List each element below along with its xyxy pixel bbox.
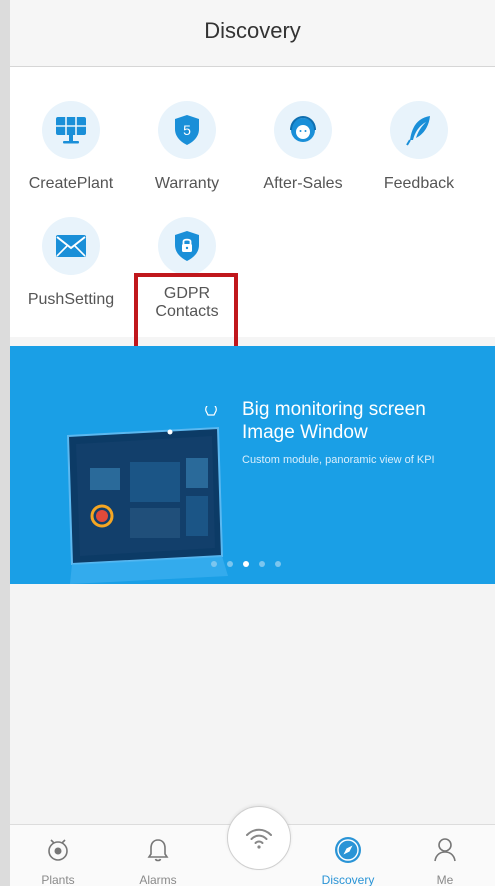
app-screen: Discovery CreatePlant 5 Warranty After-S… [10,0,495,886]
header-bar: Discovery [10,0,495,67]
warranty-shield-icon: 5 [158,101,216,159]
feature-grid: CreatePlant 5 Warranty After-Sales Feedb… [10,67,495,395]
tab-me[interactable]: Me [405,835,485,886]
plants-icon [18,835,98,865]
promo-banner[interactable]: Big monitoring screen Image Window Custo… [10,346,495,584]
grid-item-createplant[interactable]: CreatePlant [13,101,129,193]
person-icon [405,835,485,865]
tab-label: Discovery [321,873,375,886]
frame-edge [0,0,10,886]
solar-panel-icon [42,101,100,159]
envelope-icon [42,217,100,275]
banner-title-line1: Big monitoring screen [242,399,426,420]
grid-item-label: Feedback [383,175,455,192]
customer-service-icon [274,101,332,159]
grid-item-label: Warranty [154,175,220,192]
grid-item-label: After-Sales [263,175,343,192]
grid-item-label: CreatePlant [28,175,114,192]
bell-icon [118,835,198,865]
banner-title-line2: Image Window [242,422,368,443]
feather-pen-icon [390,101,448,159]
wifi-icon [246,828,272,849]
carousel-dot[interactable] [259,561,265,567]
carousel-indicator [211,561,281,567]
compass-icon [308,835,388,865]
grid-item-label: PushSetting [27,291,115,308]
grid-item-after-sales[interactable]: After-Sales [245,101,361,193]
banner-subtitle: Custom module, panoramic view of KPI [242,454,435,466]
warranty-badge: 5 [183,122,191,138]
tab-discovery[interactable]: Discovery [308,835,388,886]
carousel-dot-active[interactable] [243,561,249,567]
grid-item-warranty[interactable]: 5 Warranty [129,101,245,193]
grid-item-pushsetting[interactable]: PushSetting [13,217,129,309]
monitor-illustration [66,406,228,584]
wifi-config-button[interactable] [227,806,291,870]
banner-title: Big monitoring screen Image Window [242,398,426,444]
tab-label: Alarms [139,873,177,886]
page-title: Discovery [204,18,301,43]
grid-item-feedback[interactable]: Feedback [361,101,477,193]
tab-alarms[interactable]: Alarms [118,835,198,886]
lock-shield-icon [158,217,216,275]
content-empty-area [10,584,495,824]
carousel-dot[interactable] [275,561,281,567]
tab-plants[interactable]: Plants [18,835,98,886]
carousel-dot[interactable] [227,561,233,567]
tab-label: Plants [41,873,75,886]
tab-label: Me [436,873,454,886]
carousel-dot[interactable] [211,561,217,567]
